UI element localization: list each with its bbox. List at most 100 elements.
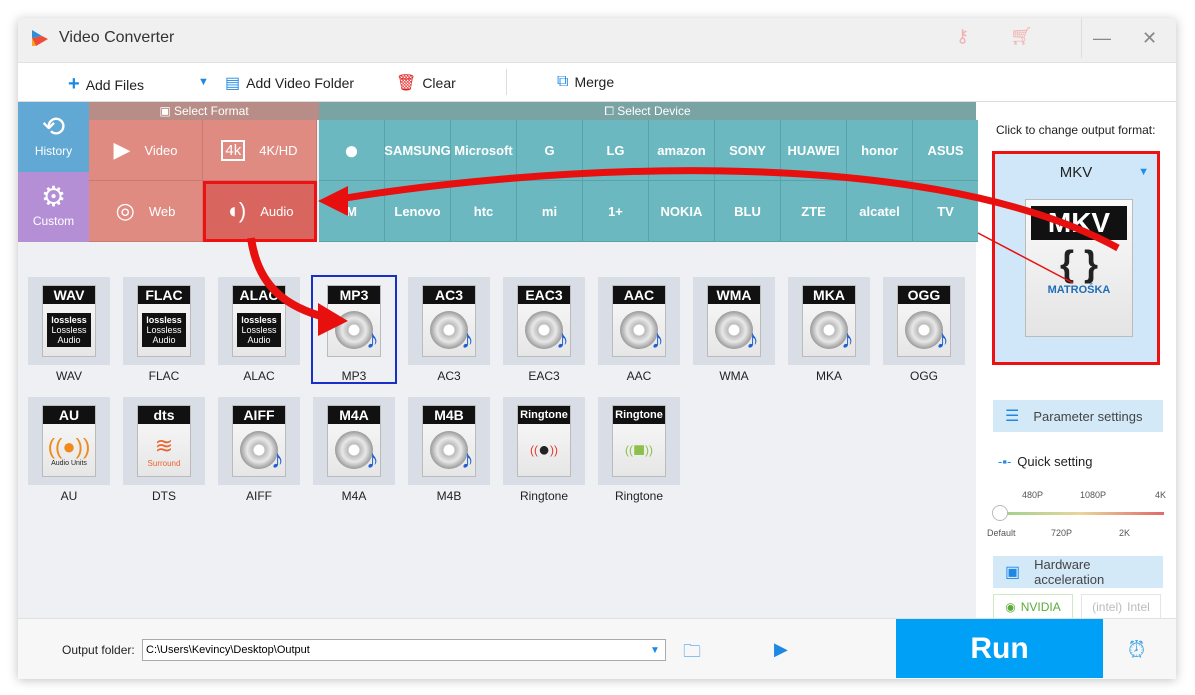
device-brand-htc[interactable]: htc: [451, 181, 517, 242]
format-band: MP3: [328, 286, 380, 304]
format-band: Ringtone: [518, 406, 570, 424]
lossless-icon: lossless Lossless Audio: [138, 306, 190, 354]
select-format-label: Select Format: [173, 104, 249, 118]
output-folder-label: Output folder:: [62, 643, 135, 657]
format-tile-mp3[interactable]: MP3 MP3: [311, 275, 397, 384]
format-tile-wav[interactable]: WAV lossless Lossless Audio WAV: [28, 277, 110, 383]
format-tile-mka[interactable]: MKA MKA: [788, 277, 870, 383]
device-brand-apple[interactable]: ●: [319, 120, 385, 181]
format-tile-ac3[interactable]: AC3 AC3: [408, 277, 490, 383]
minimize-button[interactable]: —: [1093, 28, 1111, 49]
speaker-icon: ◖): [225, 198, 247, 223]
format-band: ALAC: [233, 286, 285, 304]
format-label: WAV: [56, 369, 82, 383]
output-folder-dropdown-icon[interactable]: ▼: [650, 645, 660, 656]
format-tile-aiff[interactable]: AIFF AIFF: [218, 397, 300, 503]
format-icon: AC3: [422, 285, 476, 357]
output-format-selector[interactable]: MKV ▼ MKV { } MATROŠKA: [992, 151, 1160, 365]
run-button[interactable]: Run: [896, 619, 1103, 678]
alarm-clock-icon[interactable]: ⏰︎: [1128, 637, 1145, 663]
video-folder-icon[interactable]: ▶︎: [774, 639, 788, 660]
hardware-acceleration-button[interactable]: ▣ Hardware acceleration: [993, 556, 1163, 588]
format-category-web[interactable]: ◎ Web: [89, 181, 203, 242]
select-device-label: Select Device: [617, 104, 691, 118]
mkv-format-icon: MKV { } MATROŠKA: [1025, 199, 1133, 337]
nvidia-toggle[interactable]: ◉ NVIDIA: [993, 594, 1073, 620]
clear-button[interactable]: 🗑︎ Clear: [396, 73, 456, 93]
format-band: EAC3: [518, 286, 570, 304]
add-files-dropdown-icon[interactable]: ▼: [198, 76, 209, 88]
device-brand-lenovo[interactable]: Lenovo: [385, 181, 451, 242]
device-brand-nokia[interactable]: NOKIA: [649, 181, 715, 242]
device-brand-tv[interactable]: TV: [913, 181, 979, 242]
format-tile-ringtone[interactable]: Ringtone ((●)) Ringtone: [503, 397, 585, 503]
format-tile-aac[interactable]: AAC AAC: [598, 277, 680, 383]
device-brand-label: 1+: [608, 203, 623, 219]
device-brand-sony[interactable]: SONY: [715, 120, 781, 181]
format-tile-ogg[interactable]: OGG OGG: [883, 277, 965, 383]
device-brand-samsung[interactable]: SAMSUNG: [384, 120, 451, 181]
custom-button[interactable]: ⚙ Custom: [18, 172, 89, 242]
parameter-settings-button[interactable]: ☰ Parameter settings: [993, 400, 1163, 432]
device-brand-label: htc: [473, 203, 494, 219]
app-window: Video Converter ⚷ 🛒︎ — ✕ + Add Files ▼ ▤…: [18, 18, 1176, 679]
key-icon[interactable]: ⚷: [956, 26, 969, 47]
device-brand-honor[interactable]: honor: [847, 120, 913, 181]
format-label: ALAC: [243, 369, 275, 383]
select-device-header: ⧠ Select Device: [319, 102, 976, 120]
device-brand-blu[interactable]: BLU: [715, 181, 781, 242]
format-icon: ALAC lossless Lossless Audio: [232, 285, 286, 357]
format-tile-eac3[interactable]: EAC3 EAC3: [503, 277, 585, 383]
format-label: MP3: [341, 369, 367, 383]
format-icon: M4B: [422, 405, 476, 477]
format-category-audio[interactable]: ◖) Audio: [203, 181, 317, 242]
history-button[interactable]: ⟲ History: [18, 102, 89, 172]
format-tile-alac[interactable]: ALAC lossless Lossless Audio ALAC: [218, 277, 300, 383]
device-brand-mi[interactable]: mi: [517, 181, 583, 242]
format-tile-wma[interactable]: WMA WMA: [693, 277, 775, 383]
device-brand-label: NOKIA: [660, 203, 703, 219]
format-label: WMA: [719, 369, 749, 383]
format-band: M4A: [328, 406, 380, 424]
chrome-icon: ◎: [115, 198, 135, 223]
format-band: FLAC: [138, 286, 190, 304]
output-folder-input[interactable]: [142, 639, 666, 661]
format-category-video[interactable]: ▶ Video: [89, 120, 203, 181]
format-tile-ringtone[interactable]: Ringtone ((■)) Ringtone: [598, 397, 680, 503]
quality-slider-knob[interactable]: [992, 505, 1008, 521]
merge-icon: ⧉: [557, 73, 569, 90]
format-category-4k-hd[interactable]: 4k 4K/HD: [203, 120, 317, 181]
format-tile-m4a[interactable]: M4A M4A: [313, 397, 395, 503]
add-files-button[interactable]: + Add Files: [68, 73, 144, 96]
merge-button[interactable]: ⧉ Merge: [557, 73, 614, 91]
format-tile-dts[interactable]: dts ≋ Surround DTS: [123, 397, 205, 503]
intel-toggle[interactable]: (intel) Intel: [1081, 594, 1161, 620]
device-brand-1-[interactable]: 1+: [583, 181, 649, 242]
open-folder-icon[interactable]: 🗀: [683, 639, 701, 669]
cart-icon[interactable]: 🛒︎: [1010, 26, 1033, 47]
device-brand-asus[interactable]: ASUS: [913, 120, 979, 181]
device-brand-label: SONY: [729, 142, 766, 158]
quick-setting-heading: -▪- Quick setting: [998, 454, 1092, 469]
quality-slider-track[interactable]: [998, 512, 1164, 515]
format-band: WMA: [708, 286, 760, 304]
add-video-folder-button[interactable]: ▤ Add Video Folder: [225, 73, 354, 93]
clear-label: Clear: [422, 75, 456, 91]
device-brand-microsoft[interactable]: Microsoft: [451, 120, 517, 181]
device-brand-lg[interactable]: LG: [583, 120, 649, 181]
dropdown-arrow-icon[interactable]: ▼: [1138, 166, 1149, 178]
close-button[interactable]: ✕: [1142, 28, 1157, 49]
format-selection-area: ⟲ History ⚙ Custom ▣ Select Format ⧠ Sel…: [18, 102, 979, 618]
device-brand-amazon[interactable]: amazon: [649, 120, 715, 181]
device-brand-huawei[interactable]: HUAWEI: [781, 120, 847, 181]
device-brand-alcatel[interactable]: alcatel: [847, 181, 913, 242]
format-label: AU: [60, 489, 78, 503]
format-tile-flac[interactable]: FLAC lossless Lossless Audio FLAC: [123, 277, 205, 383]
hardware-acceleration-label: Hardware acceleration: [1034, 557, 1105, 587]
format-label: AAC: [626, 369, 652, 383]
device-brand-g[interactable]: G: [517, 120, 583, 181]
device-brand-m[interactable]: M: [319, 181, 385, 242]
device-brand-zte[interactable]: ZTE: [781, 181, 847, 242]
format-tile-m4b[interactable]: M4B M4B: [408, 397, 490, 503]
format-tile-au[interactable]: AU ((●)) Audio Units AU: [28, 397, 110, 503]
